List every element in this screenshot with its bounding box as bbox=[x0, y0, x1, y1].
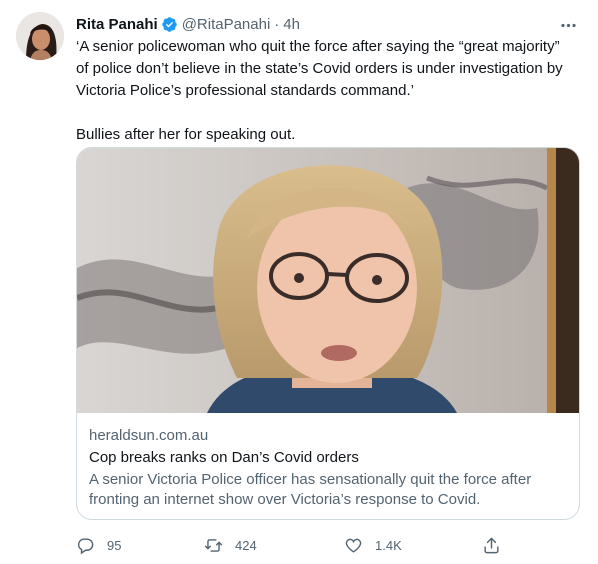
link-card[interactable]: heraldsun.com.au Cop breaks ranks on Dan… bbox=[76, 147, 580, 520]
more-icon bbox=[560, 23, 576, 27]
tweet-header: Rita Panahi @RitaPanahi · 4h bbox=[76, 13, 582, 35]
card-image bbox=[77, 148, 579, 413]
reply-icon bbox=[77, 537, 94, 554]
tweet-text: ‘A senior policewoman who quit the force… bbox=[76, 36, 576, 146]
avatar[interactable] bbox=[16, 12, 64, 60]
card-description: A senior Victoria Police officer has sen… bbox=[89, 471, 532, 508]
more-button[interactable] bbox=[554, 11, 582, 39]
timestamp[interactable]: 4h bbox=[283, 16, 300, 33]
reply-count: 95 bbox=[107, 537, 122, 553]
card-photo bbox=[77, 148, 579, 413]
like-count: 1.4K bbox=[375, 537, 402, 553]
share-button[interactable] bbox=[482, 530, 501, 560]
verified-badge-icon bbox=[161, 16, 177, 32]
retweet-icon bbox=[204, 538, 223, 552]
like-icon bbox=[345, 538, 362, 553]
retweet-count: 424 bbox=[235, 537, 257, 553]
separator: · bbox=[274, 15, 280, 33]
retweet-button[interactable]: 424 bbox=[204, 530, 257, 560]
author-handle[interactable]: @RitaPanahi bbox=[182, 16, 271, 33]
avatar-image bbox=[16, 12, 64, 60]
card-domain: heraldsun.com.au bbox=[89, 427, 209, 444]
author-name[interactable]: Rita Panahi bbox=[76, 16, 158, 33]
like-button[interactable]: 1.4K bbox=[344, 530, 402, 560]
share-icon bbox=[484, 537, 499, 553]
action-bar: 95 424 1.4K bbox=[76, 530, 526, 560]
card-title: Cop breaks ranks on Dan’s Covid orders bbox=[89, 449, 359, 466]
reply-button[interactable]: 95 bbox=[76, 530, 121, 560]
card-meta: heraldsun.com.au Cop breaks ranks on Dan… bbox=[77, 414, 579, 510]
tweet-text-paragraph-2: Bullies after her for speaking out. bbox=[76, 126, 296, 143]
tweet-text-paragraph-1: ‘A senior policewoman who quit the force… bbox=[76, 38, 563, 99]
